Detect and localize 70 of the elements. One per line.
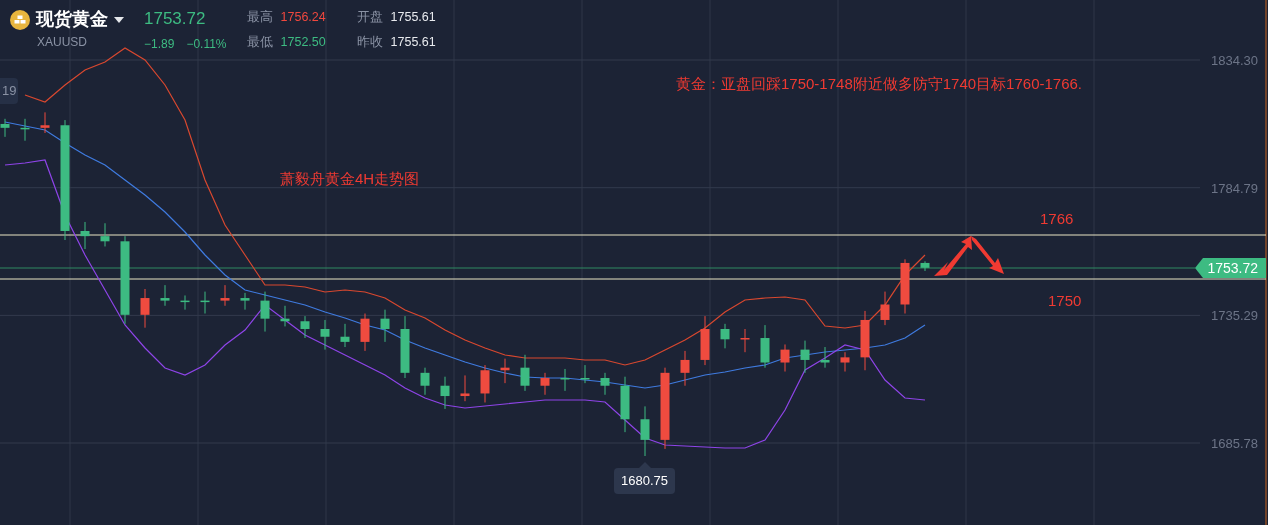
candlestick (440, 376, 450, 410)
candlestick (300, 315, 310, 339)
caret-icon[interactable] (114, 16, 124, 23)
stat-label: 开盘 (356, 9, 383, 26)
candlestick (680, 350, 690, 387)
stat-label: 最高 (246, 9, 273, 26)
candlestick (560, 368, 570, 392)
candlestick (460, 374, 470, 402)
price-label: 19 (0, 78, 19, 104)
candlestick (320, 319, 330, 351)
candlestick (760, 324, 770, 369)
price-change: −1.89 (144, 35, 175, 53)
candlestick (800, 340, 810, 374)
candlestick (700, 315, 710, 366)
candlestick (840, 351, 850, 373)
candlestick (160, 284, 170, 307)
axis-tick-label: 1784.79 (1211, 180, 1258, 196)
low-price-tooltip: 1680.75 (614, 462, 675, 494)
candlestick (380, 309, 390, 343)
candlestick (820, 346, 830, 369)
arrow-drawing (934, 236, 1004, 276)
candlestick (140, 288, 150, 329)
percent-change: −0.11% (186, 35, 227, 53)
coin-icon (10, 9, 30, 30)
candlestick (720, 323, 730, 349)
stat-label: 最低 (246, 33, 273, 51)
candlestick (340, 323, 350, 348)
annotation-text: 1750 (1048, 291, 1082, 311)
candlestick (400, 315, 410, 379)
candlestick (520, 354, 530, 392)
candlestick (580, 364, 590, 384)
candlestick (40, 111, 50, 134)
current-price: 1753.72 (144, 8, 207, 30)
stat-label: 昨收 (356, 33, 383, 51)
axis-tick-label: 1735.29 (1211, 308, 1258, 324)
candlestick (360, 313, 370, 352)
candlestick (0, 118, 10, 138)
candlestick (80, 221, 90, 250)
candlestick (200, 291, 210, 314)
candlestick (100, 222, 110, 247)
axis-tick-label: 1685.78 (1211, 436, 1258, 451)
annotation-text: 1766 (1040, 209, 1074, 229)
candlestick (480, 364, 490, 403)
candlestick (280, 305, 290, 327)
stat-value: 1752.50 (280, 33, 327, 51)
candlestick (860, 310, 870, 371)
candlestick (900, 258, 910, 314)
stat-value: 1755.61 (390, 33, 437, 51)
axis-tick-label: 1834.30 (1211, 53, 1258, 68)
candlestick (640, 405, 650, 457)
candlestick (20, 118, 30, 142)
candlestick (540, 372, 550, 396)
annotation-text: 黄金：亚盘回踩1750-1748附近做多防守1740目标1760-1766. (676, 74, 1082, 94)
candlestick (180, 294, 190, 311)
candlestick (880, 291, 890, 326)
candlestick (780, 343, 790, 373)
candlestick (600, 372, 610, 396)
candlestick (420, 367, 430, 396)
symbol-code: XAUUSD (37, 34, 88, 51)
annotation-text: 萧毅舟黄金4H走势图 (280, 169, 420, 189)
stat-value: 1755.61 (390, 9, 437, 26)
instrument-title: 现货黄金 (36, 8, 108, 31)
candlestick (920, 260, 930, 272)
candlestick (220, 284, 230, 307)
stat-value: 1756.24 (280, 9, 327, 26)
candlestick (260, 291, 270, 333)
candlestick (500, 358, 510, 384)
candlestick (740, 328, 750, 353)
candlestick (620, 376, 630, 433)
candlestick (240, 292, 250, 311)
